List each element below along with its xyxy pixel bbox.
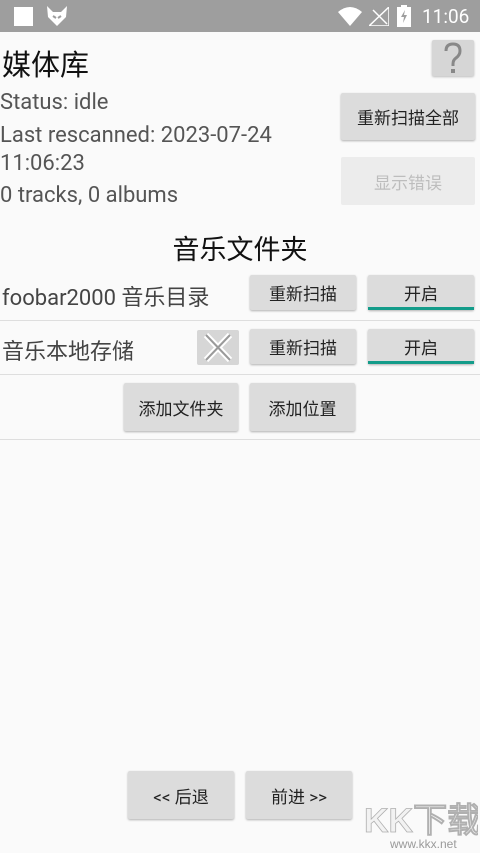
toggle-enable-button-foobar[interactable]: 开启 bbox=[368, 275, 474, 310]
folder-label-foobar: foobar2000 音乐目录 bbox=[2, 286, 210, 311]
kk-watermark-logo: KK下载 www.kkx.net bbox=[364, 802, 478, 851]
help-button[interactable] bbox=[432, 40, 474, 76]
status-text: Status: idle bbox=[0, 90, 109, 115]
page-title: 媒体库 bbox=[2, 49, 90, 83]
rescan-all-button[interactable]: 重新扫描全部 bbox=[341, 93, 475, 140]
svg-text:www.kkx.net: www.kkx.net bbox=[389, 837, 457, 851]
remove-folder-button[interactable] bbox=[197, 330, 239, 365]
show-errors-button[interactable]: 显示错误 bbox=[341, 157, 475, 205]
no-signal-icon bbox=[369, 7, 389, 26]
close-x-icon bbox=[203, 332, 233, 363]
wifi-icon bbox=[338, 7, 362, 26]
fox-app-icon bbox=[47, 6, 67, 26]
rescan-folder-button-local[interactable]: 重新扫描 bbox=[250, 329, 356, 364]
add-folder-button[interactable]: 添加文件夹 bbox=[124, 383, 238, 431]
battery-charging-icon bbox=[397, 5, 411, 27]
svg-text:KK下载: KK下载 bbox=[364, 802, 478, 840]
status-bar: 11:06 bbox=[0, 0, 480, 32]
folder-label-local-storage: 音乐本地存储 bbox=[2, 340, 135, 365]
last-rescanned-text: Last rescanned: 2023-07-24 bbox=[0, 123, 272, 148]
section-divider bbox=[0, 439, 480, 440]
add-location-button[interactable]: 添加位置 bbox=[250, 383, 355, 431]
music-folders-title: 音乐文件夹 bbox=[172, 234, 308, 266]
last-rescanned-time: 11:06:23 bbox=[0, 151, 85, 176]
question-mark-icon bbox=[444, 42, 462, 73]
row-divider bbox=[0, 320, 480, 321]
forward-button[interactable]: 前进 >> bbox=[246, 771, 352, 819]
clock: 11:06 bbox=[422, 5, 470, 28]
back-button[interactable]: << 后退 bbox=[128, 771, 234, 819]
notification-square-icon bbox=[14, 7, 33, 26]
library-counts: 0 tracks, 0 albums bbox=[0, 183, 179, 208]
rescan-folder-button-foobar[interactable]: 重新扫描 bbox=[250, 275, 356, 310]
toggle-enable-button-local[interactable]: 开启 bbox=[368, 329, 474, 364]
row-divider bbox=[0, 374, 480, 375]
